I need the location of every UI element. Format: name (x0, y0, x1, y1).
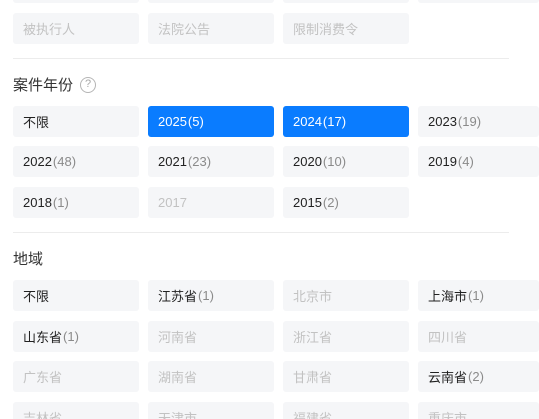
section-divider (13, 58, 509, 59)
region-option-henan: 河南省 (148, 321, 274, 352)
year-option-2019[interactable]: 2019 (4) (418, 146, 539, 177)
option-count: (23) (187, 154, 212, 169)
question-circle-icon[interactable]: ? (80, 76, 97, 93)
region-option-unlimited[interactable]: 不限 (13, 280, 139, 311)
section-title-text: 案件年份 (13, 77, 74, 94)
option-label: 重庆市 (428, 411, 468, 419)
option-count: (1) (198, 288, 214, 303)
year-option-unlimited[interactable]: 不限 (13, 106, 139, 137)
option-count: (2) (468, 369, 484, 384)
filter-chip-court-notice[interactable]: 法院公告 (148, 13, 274, 44)
region-option-gansu: 甘肃省 (283, 361, 409, 392)
option-label: 湖南省 (158, 370, 198, 385)
option-count: (17) (322, 114, 347, 129)
option-label: 天津市 (158, 411, 198, 419)
region-option-hunan: 湖南省 (148, 361, 274, 392)
option-label: 2021 (158, 154, 187, 169)
chip-label: 法院公告 (158, 22, 211, 37)
section-title-text: 地域 (13, 251, 44, 268)
option-label: 不限 (23, 115, 50, 130)
filter-chip-judgment-debtor[interactable]: 被执行人 (13, 13, 139, 44)
region-option-jilin: 吉林省 (13, 402, 139, 419)
region-option-shanghai[interactable]: 上海市 (1) (418, 280, 539, 311)
year-option-2021[interactable]: 2021 (23) (148, 146, 274, 177)
chip-label: 被执行人 (23, 22, 76, 37)
filter-chip-consumption-restriction[interactable]: 限制消费令 (283, 13, 409, 44)
option-label: 2023 (428, 114, 457, 129)
section-divider (13, 232, 509, 233)
option-label: 2024 (293, 114, 322, 129)
region-option-jiangsu[interactable]: 江苏省 (1) (148, 280, 274, 311)
option-label: 河南省 (158, 330, 198, 345)
year-option-2022[interactable]: 2022 (48) (13, 146, 139, 177)
option-count: (1) (52, 195, 69, 210)
region-option-sichuan: 四川省 (418, 321, 539, 352)
filter-chip-cut-off[interactable] (148, 0, 274, 3)
region-option-beijing: 北京市 (283, 280, 409, 311)
option-label: 四川省 (428, 330, 468, 345)
option-count: (48) (52, 154, 77, 169)
option-label: 2025 (158, 114, 187, 129)
filter-chip-cut-off[interactable] (418, 0, 539, 3)
option-count: (5) (187, 114, 204, 129)
option-label: 山东省 (23, 330, 63, 345)
option-label: 北京市 (293, 289, 333, 304)
option-label: 甘肃省 (293, 370, 333, 385)
option-label: 上海市 (428, 289, 468, 304)
option-count: (1) (63, 329, 79, 344)
option-label: 2017 (158, 195, 187, 210)
option-count: (2) (322, 195, 339, 210)
option-count: (4) (457, 154, 474, 169)
year-option-2018[interactable]: 2018 (1) (13, 187, 139, 218)
option-label: 不限 (23, 289, 50, 304)
case-filter-panel: 被执行人 法院公告 限制消费令 案件年份 ? 不限 2025 (5) 2024 … (0, 0, 539, 419)
year-option-2025[interactable]: 2025 (5) (148, 106, 274, 137)
option-count: (1) (468, 288, 484, 303)
option-label: 2020 (293, 154, 322, 169)
option-label: 福建省 (293, 411, 333, 419)
option-label: 2019 (428, 154, 457, 169)
option-count: (10) (322, 154, 347, 169)
option-label: 广东省 (23, 370, 63, 385)
option-label: 2022 (23, 154, 52, 169)
region-option-zhejiang: 浙江省 (283, 321, 409, 352)
filter-chip-cut-off[interactable] (13, 0, 139, 3)
chip-label: 限制消费令 (293, 22, 359, 37)
region-option-shandong[interactable]: 山东省 (1) (13, 321, 139, 352)
region-option-chongqing: 重庆市 (418, 402, 539, 419)
year-option-2024[interactable]: 2024 (17) (283, 106, 409, 137)
region-option-tianjin: 天津市 (148, 402, 274, 419)
region-option-guangdong: 广东省 (13, 361, 139, 392)
option-label: 2018 (23, 195, 52, 210)
year-option-2017: 2017 (148, 187, 274, 218)
year-option-2020[interactable]: 2020 (10) (283, 146, 409, 177)
option-count: (19) (457, 114, 482, 129)
option-label: 江苏省 (158, 289, 198, 304)
option-label: 云南省 (428, 370, 468, 385)
year-option-2023[interactable]: 2023 (19) (418, 106, 539, 137)
option-label: 吉林省 (23, 411, 63, 419)
case-year-title: 案件年份 ? (13, 74, 97, 95)
option-label: 浙江省 (293, 330, 333, 345)
year-option-2015[interactable]: 2015 (2) (283, 187, 409, 218)
region-option-yunnan[interactable]: 云南省 (2) (418, 361, 539, 392)
option-label: 2015 (293, 195, 322, 210)
region-option-fujian: 福建省 (283, 402, 409, 419)
region-title: 地域 (13, 248, 43, 269)
filter-chip-cut-off[interactable] (283, 0, 409, 3)
